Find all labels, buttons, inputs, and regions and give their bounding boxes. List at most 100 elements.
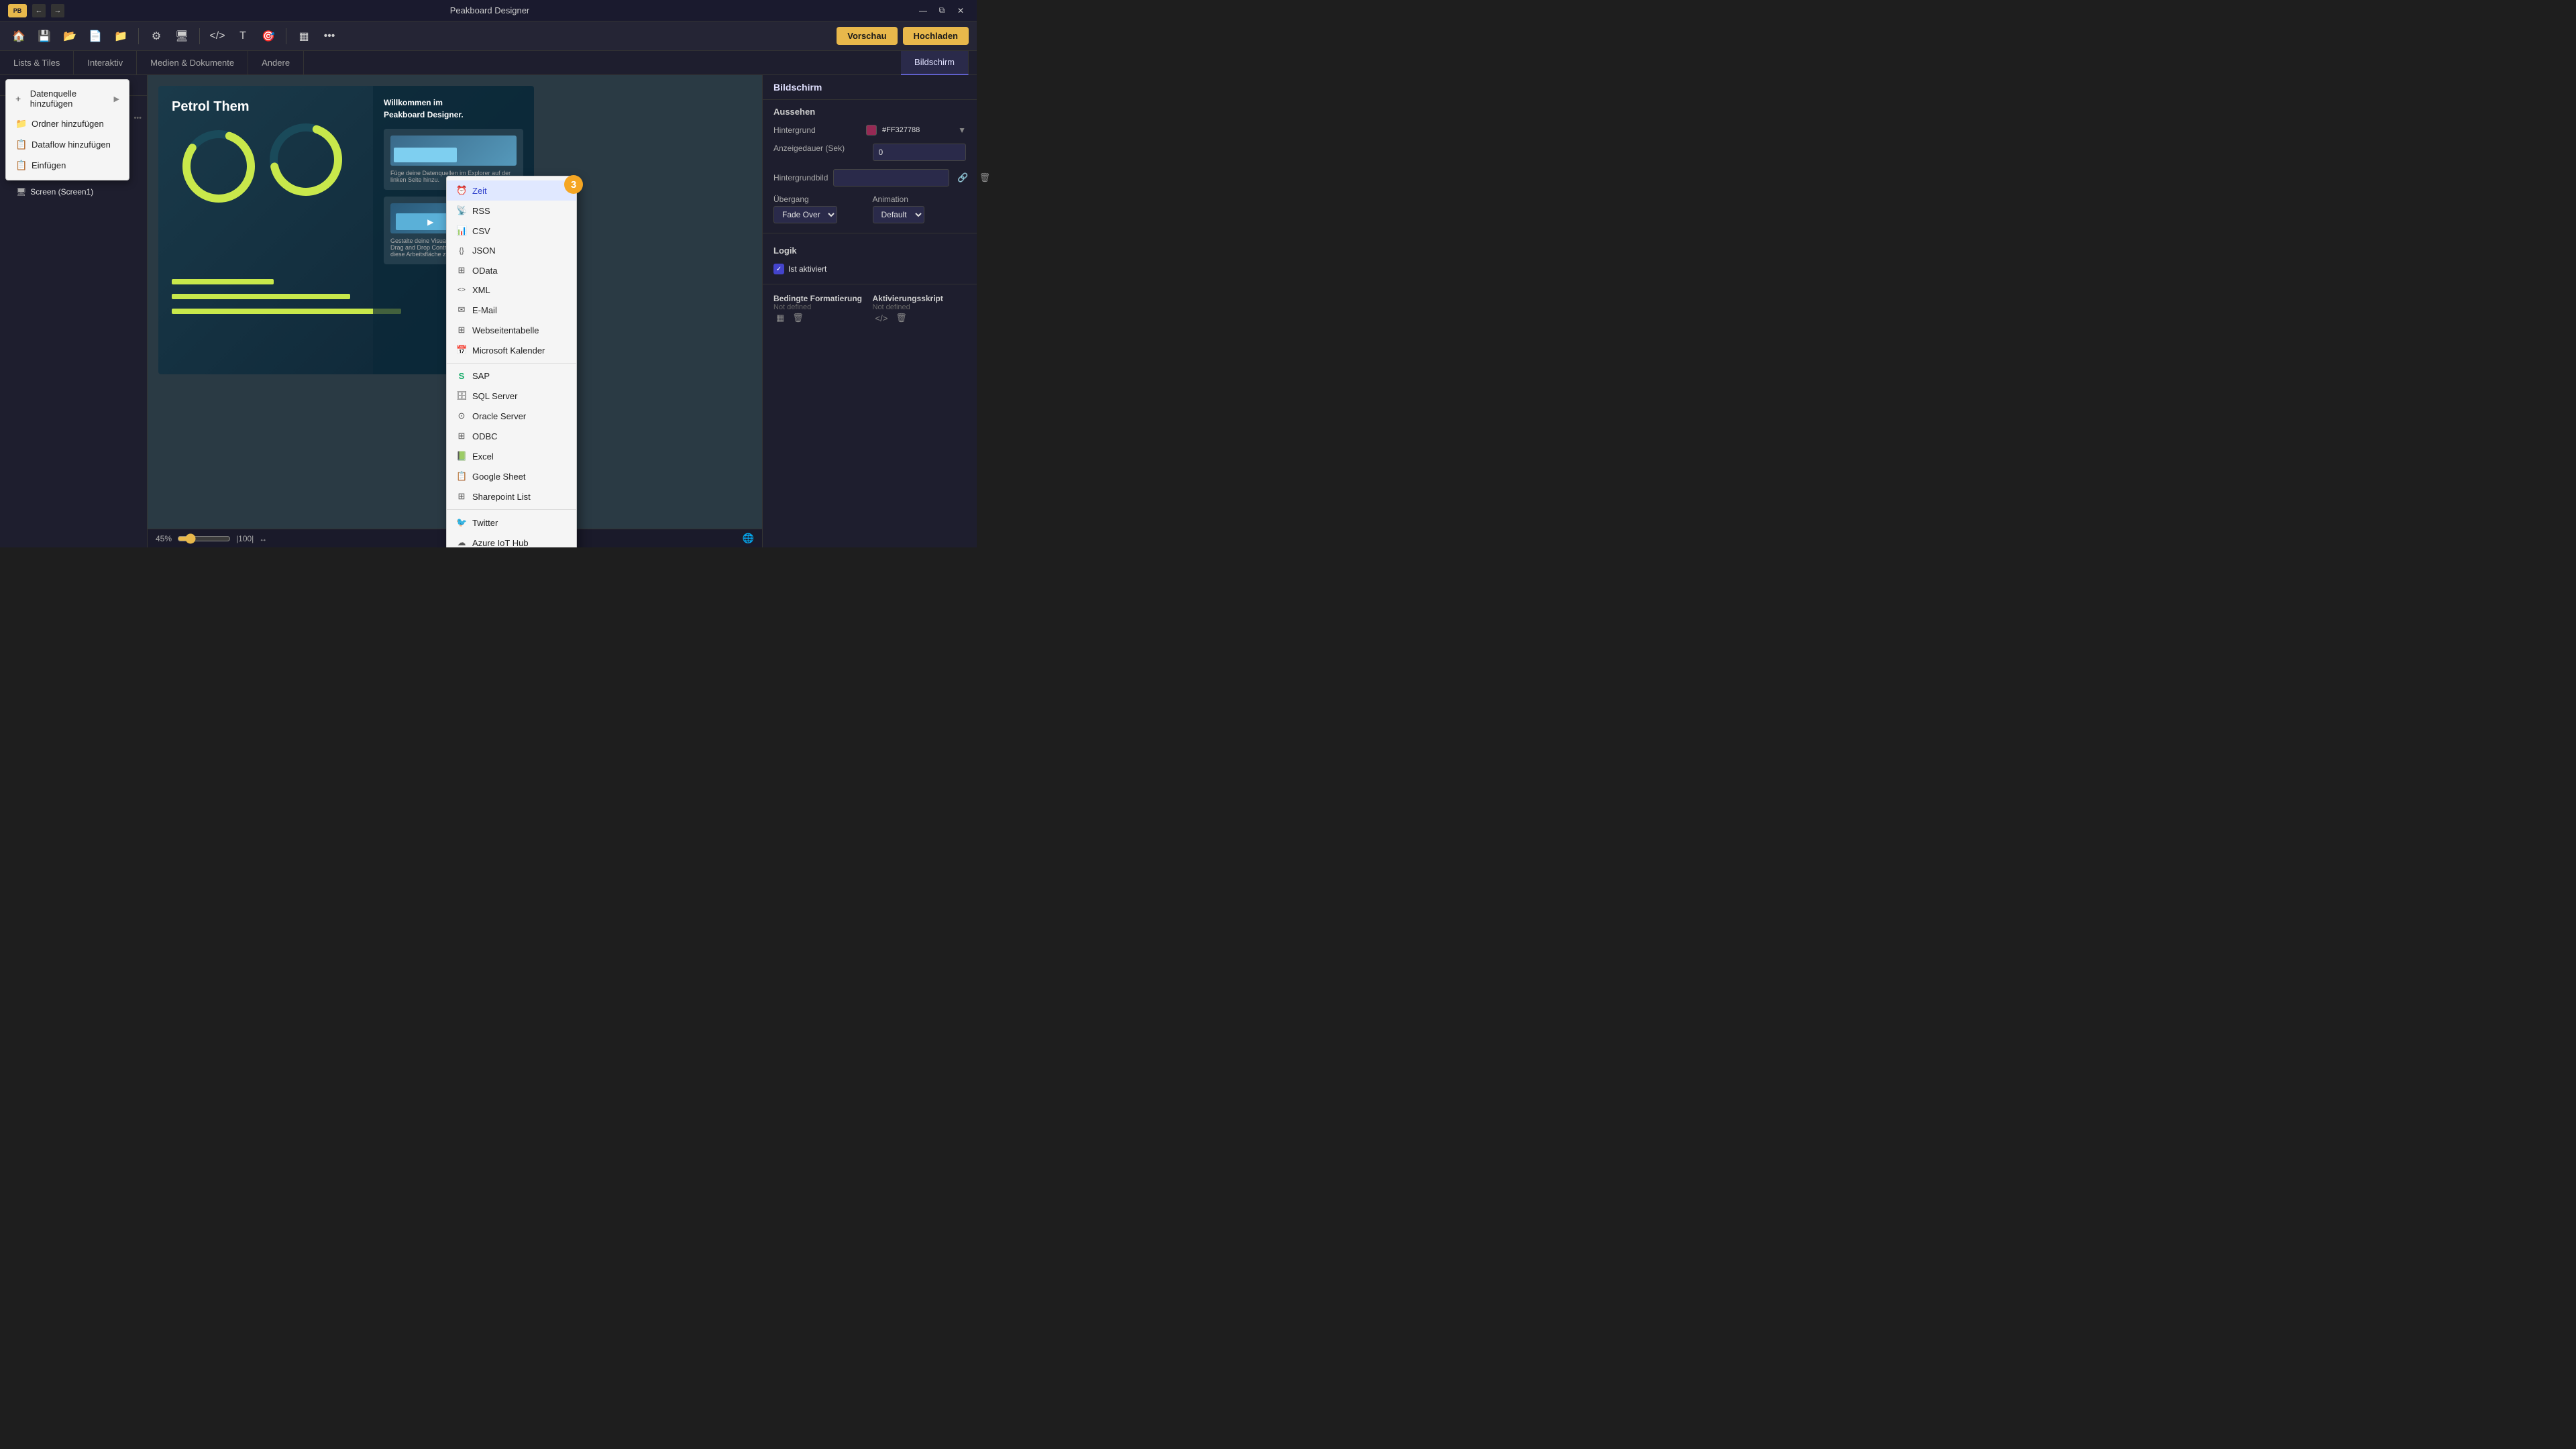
ctx-einfuegen[interactable]: 📋 Einfügen	[6, 155, 129, 176]
preview-button[interactable]: Vorschau	[837, 27, 897, 45]
more-button[interactable]: •••	[319, 25, 340, 47]
tree-label-screen: Screen (Screen1)	[30, 187, 93, 197]
grid-button[interactable]: ▦	[293, 25, 315, 47]
tab-andere[interactable]: Andere	[248, 51, 304, 75]
back-button[interactable]: ←	[32, 4, 46, 17]
uebergang-animation-section: Übergang Fade Over Animation Default	[763, 191, 977, 227]
text-button[interactable]: T	[232, 25, 254, 47]
ds-item-kalender[interactable]: 📅 Microsoft Kalender	[447, 340, 576, 360]
ds-item-odata[interactable]: ⊞ OData	[447, 260, 576, 280]
ds-item-csv[interactable]: 📊 CSV	[447, 221, 576, 241]
save-button[interactable]: 💾	[34, 25, 55, 47]
animation-col: Animation Default	[873, 195, 967, 223]
hintergrundbild-input[interactable]	[833, 169, 949, 186]
bedingte-delete-btn[interactable]: 🗑	[790, 311, 806, 325]
aktivierungsskript-label: Aktivierungsskript	[873, 294, 967, 303]
toolbar-right: Vorschau Hochladen	[837, 27, 969, 45]
settings-button[interactable]: ⚙	[146, 25, 167, 47]
title-bar-left: PB ← →	[8, 4, 64, 17]
right-panel-header: Bildschirm	[763, 75, 977, 100]
new-button[interactable]: 📄	[85, 25, 106, 47]
hintergrund-dropdown-icon[interactable]: ▼	[958, 125, 966, 135]
hintergrundbild-label: Hintergrundbild	[773, 173, 828, 182]
ds-item-sharepoint[interactable]: ⊞ Sharepoint List	[447, 486, 576, 506]
ctx-ordner[interactable]: 📁 Ordner hinzufügen	[6, 113, 129, 134]
ds-item-json[interactable]: {} JSON	[447, 241, 576, 260]
tree-screen[interactable]: 🖥 Screen (Screen1)	[11, 184, 147, 199]
tab-lists-tiles[interactable]: Lists & Tiles	[0, 51, 74, 75]
screen-icon: 🖥	[16, 187, 26, 197]
ds-csv-icon: 📊	[456, 225, 467, 236]
globe-icon[interactable]: 🌐	[743, 533, 754, 544]
ctx-datenquelle-label: Datenquelle hinzufügen	[30, 89, 109, 109]
hintergrundbild-link-btn[interactable]: 🔗	[955, 171, 971, 184]
bedingte-grid-btn[interactable]: ▦	[773, 311, 787, 325]
checkbox-icon[interactable]: ✓	[773, 264, 784, 274]
uebergang-select[interactable]: Fade Over	[773, 206, 837, 223]
folder-button[interactable]: 📁	[110, 25, 131, 47]
ds-item-xml[interactable]: <> XML	[447, 280, 576, 300]
zoom-100[interactable]: |100|	[236, 534, 254, 543]
open-button[interactable]: 📂	[59, 25, 80, 47]
tab-right: Bildschirm	[901, 51, 977, 75]
minimize-button[interactable]: —	[915, 4, 931, 17]
anzeigedauer-input[interactable]	[873, 144, 967, 161]
play-icon: ▶	[427, 217, 433, 227]
home-button[interactable]: 🏠	[8, 25, 30, 47]
hintergrund-color-swatch[interactable]	[866, 125, 877, 136]
code-button[interactable]: </>	[207, 25, 228, 47]
ds-item-sap[interactable]: S SAP	[447, 366, 576, 386]
aktivierungsskript-icons: </> 🗑	[873, 311, 967, 325]
right-panel: Bildschirm Aussehen Hintergrund #FF32778…	[762, 75, 977, 547]
ds-item-twitter[interactable]: 🐦 Twitter	[447, 513, 576, 533]
ds-sap-label: SAP	[472, 371, 490, 381]
ds-kalender-label: Microsoft Kalender	[472, 345, 545, 356]
aktivierungsskript-col: Aktivierungsskript Not defined </> 🗑	[873, 294, 967, 325]
tab-interaktiv[interactable]: Interaktiv	[74, 51, 137, 75]
ist-aktiviert-label: Ist aktiviert	[788, 264, 826, 274]
ds-webseitentabelle-icon: ⊞	[456, 325, 467, 335]
maximize-button[interactable]: ⧉	[934, 4, 950, 17]
bedingte-col: Bedingte Formatierung Not defined ▦ 🗑	[773, 294, 867, 325]
ds-item-zeit[interactable]: ⏰ Zeit 3	[447, 180, 576, 201]
aktivierungsskript-delete-btn[interactable]: 🗑	[893, 311, 910, 325]
logik-title: Logik	[763, 239, 977, 260]
ctx-datenquelle[interactable]: + Datenquelle hinzufügen ▶	[6, 84, 129, 113]
ds-odata-icon: ⊞	[456, 265, 467, 276]
explorer-context-menu: + Datenquelle hinzufügen ▶ 📁 Ordner hinz…	[5, 79, 129, 180]
ds-azure-iot-icon: ☁	[456, 537, 467, 547]
bedingte-formatierung-section: Bedingte Formatierung Not defined ▦ 🗑 Ak…	[763, 290, 977, 329]
upload-button[interactable]: Hochladen	[903, 27, 969, 45]
ds-item-webseitentabelle[interactable]: ⊞ Webseitentabelle	[447, 320, 576, 340]
ds-item-azure-iot[interactable]: ☁ Azure IoT Hub	[447, 533, 576, 547]
aktivierungsskript-code-btn[interactable]: </>	[873, 311, 891, 325]
explorer-panel: Explorer ▼ Visualisierung 📁 Daten ••• 📁 …	[0, 75, 148, 547]
aktivierungsskript-not-defined: Not defined	[873, 303, 967, 311]
fit-icon[interactable]: ↔	[259, 534, 267, 543]
ds-item-excel[interactable]: 📗 Excel	[447, 446, 576, 466]
window-controls: — ⧉ ✕	[915, 4, 969, 17]
zoom-slider[interactable]	[177, 533, 231, 544]
ds-email-icon: ✉	[456, 305, 467, 315]
ds-json-icon: {}	[456, 247, 467, 255]
anzeigedauer-section: Anzeigedauer (Sek)	[763, 140, 977, 165]
screen-button[interactable]: 🖥	[171, 25, 193, 47]
separator-1	[138, 28, 139, 44]
close-button[interactable]: ✕	[953, 4, 969, 17]
target-button[interactable]: 🎯	[258, 25, 279, 47]
ds-item-sqlserver[interactable]: 🗄 SQL Server	[447, 386, 576, 406]
hintergrundbild-delete-btn[interactable]: 🗑	[977, 171, 994, 184]
hintergrund-row: Hintergrund #FF327788 ▼	[763, 121, 977, 140]
ds-item-rss[interactable]: 📡 RSS	[447, 201, 576, 221]
ist-aktiviert-row: ✓ Ist aktiviert	[763, 260, 977, 278]
tab-medien[interactable]: Medien & Dokumente	[137, 51, 248, 75]
ds-item-email[interactable]: ✉ E-Mail	[447, 300, 576, 320]
ds-item-googlesheet[interactable]: 📋 Google Sheet	[447, 466, 576, 486]
tab-bildschirm[interactable]: Bildschirm	[901, 51, 969, 75]
ctx-dataflow[interactable]: 📋 Dataflow hinzufügen	[6, 134, 129, 155]
animation-select[interactable]: Default	[873, 206, 924, 223]
ds-item-odbc[interactable]: ⊞ ODBC	[447, 426, 576, 446]
forward-button[interactable]: →	[51, 4, 64, 17]
welcome-card-inner-1	[394, 148, 457, 163]
ds-item-oracle[interactable]: ⊙ Oracle Server	[447, 406, 576, 426]
